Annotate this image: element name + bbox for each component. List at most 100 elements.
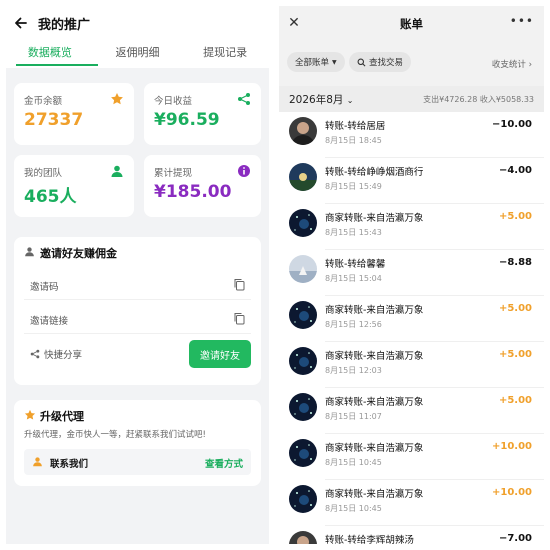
- month-label: 2026年8月: [289, 94, 344, 106]
- search-transactions-button[interactable]: 查找交易: [349, 52, 412, 72]
- search-label: 查找交易: [369, 58, 404, 68]
- stat-card-today[interactable]: 今日收益 ¥96.59: [144, 83, 261, 145]
- transaction-amount: +5.00: [498, 303, 532, 314]
- month-summary: 支出¥4726.28 收入¥5058.33: [423, 95, 534, 104]
- invite-friends-button[interactable]: 邀请好友: [189, 340, 251, 368]
- contact-row[interactable]: 联系我们 查看方式: [24, 449, 251, 475]
- avatar: [289, 255, 317, 283]
- month-bar: 2026年8月 ⌄ 支出¥4726.28 收入¥5058.33: [279, 86, 544, 112]
- tab-withdraw[interactable]: 提现记录: [181, 40, 269, 68]
- all-bills-filter[interactable]: 全部账单 ▼: [287, 52, 345, 72]
- transaction-amount: +5.00: [498, 349, 532, 360]
- tab-overview[interactable]: 数据概览: [6, 40, 94, 68]
- transaction-row[interactable]: 商家转账-来自浩瀛万象 8月15日 10:45 +10.00: [279, 480, 544, 526]
- transaction-time: 8月15日 10:45: [325, 458, 382, 467]
- stat-value: ¥185.00: [154, 182, 232, 202]
- transaction-time: 8月15日 11:07: [325, 412, 382, 421]
- stat-value: ¥96.59: [154, 110, 220, 130]
- bill-header: ✕ 账单 •••: [279, 6, 544, 40]
- bill-panel: ✕ 账单 ••• 全部账单 ▼ 查找交易 收支统计 › 2026年8月 ⌄ 支出…: [279, 6, 544, 544]
- transaction-list: 转账-转给居居 8月15日 18:45 −10.00 转账-转给峥峥烟酒商行 8月15日…: [279, 112, 544, 544]
- invite-link-label: 邀请链接: [30, 316, 69, 327]
- stat-value: 465人: [24, 187, 77, 207]
- view-contact-link[interactable]: 查看方式: [205, 456, 243, 470]
- invite-code-label: 邀请码: [30, 282, 59, 293]
- stat-label: 累计提现: [154, 168, 193, 179]
- stat-label: 金币余额: [24, 96, 63, 107]
- avatar: [289, 485, 317, 513]
- transaction-time: 8月15日 18:45: [325, 136, 382, 145]
- transaction-title: 商家转账-来自浩瀛万象: [325, 213, 424, 224]
- share-icon: [30, 349, 40, 359]
- quick-share-button[interactable]: 快捷分享: [30, 347, 82, 361]
- stats-link[interactable]: 收支统计 ›: [492, 58, 532, 70]
- divider: [24, 299, 251, 300]
- transaction-amount: +5.00: [498, 395, 532, 406]
- upgrade-description: 升级代理，金币快人一等，赶紧联系我们试试吧!: [24, 430, 206, 440]
- back-button[interactable]: [6, 6, 36, 40]
- transaction-time: 8月15日 15:49: [325, 182, 382, 191]
- transaction-row[interactable]: 转账-转给馨馨 8月15日 15:04 −8.88: [279, 250, 544, 296]
- transaction-row[interactable]: 商家转账-来自浩瀛万象 8月15日 12:56 +5.00: [279, 296, 544, 342]
- transaction-amount: +10.00: [491, 487, 532, 498]
- share-icon: [238, 93, 250, 105]
- transaction-title: 商家转账-来自浩瀛万象: [325, 397, 424, 408]
- transaction-time: 8月15日 12:03: [325, 366, 382, 375]
- transaction-time: 8月15日 15:04: [325, 274, 382, 283]
- transaction-title: 转账-转给馨馨: [325, 259, 386, 270]
- promotion-header: 我的推广: [6, 6, 269, 40]
- tab-commission[interactable]: 返佣明细: [94, 40, 182, 68]
- transaction-title: 转账-转给居居: [325, 121, 386, 132]
- transaction-row[interactable]: 商家转账-来自浩瀛万象 8月15日 10:45 +10.00: [279, 434, 544, 480]
- avatar: [289, 301, 317, 329]
- transaction-title: 转账-转给李辉胡辣汤: [325, 535, 414, 544]
- transaction-amount: −10.00: [491, 119, 532, 130]
- transaction-title: 商家转账-来自浩瀛万象: [325, 489, 424, 500]
- user-icon: [111, 165, 123, 177]
- contact-label: 联系我们: [50, 459, 89, 470]
- star-icon: [24, 409, 36, 420]
- filter-bar: 全部账单 ▼ 查找交易 收支统计 ›: [279, 40, 544, 86]
- invite-card: 邀请好友赚佣金 邀请码 邀请链接 快捷分享 邀请好友: [14, 237, 261, 385]
- transaction-amount: −4.00: [498, 165, 532, 176]
- info-icon: [238, 165, 250, 177]
- avatar: [289, 439, 317, 467]
- transaction-amount: +5.00: [498, 211, 532, 222]
- transaction-amount: −7.00: [498, 533, 532, 544]
- copy-icon[interactable]: [233, 278, 245, 291]
- stat-card-balance[interactable]: 金币余额 27337: [14, 83, 134, 145]
- transaction-row[interactable]: 商家转账-来自浩瀛万象 8月15日 15:43 +5.00: [279, 204, 544, 250]
- avatar: [289, 209, 317, 237]
- transaction-row[interactable]: 转账-转给居居 8月15日 18:45 −10.00: [279, 112, 544, 158]
- chevron-down-icon: ⌄: [346, 96, 354, 105]
- promotion-panel: 我的推广 数据概览 返佣明细 提现记录 金币余额 27337 今日收益 ¥96.…: [6, 6, 269, 544]
- stat-value: 27337: [24, 110, 84, 130]
- month-selector[interactable]: 2026年8月 ⌄: [289, 92, 353, 107]
- transaction-time: 8月15日 10:45: [325, 504, 382, 513]
- chevron-down-icon: ▼: [332, 58, 337, 66]
- search-icon: [357, 58, 366, 66]
- stat-card-team[interactable]: 我的团队 465人: [14, 155, 134, 217]
- back-arrow-icon: [15, 17, 27, 29]
- transaction-title: 商家转账-来自浩瀛万象: [325, 305, 424, 316]
- transaction-title: 商家转账-来自浩瀛万象: [325, 443, 424, 454]
- avatar: [289, 531, 317, 544]
- stat-label: 我的团队: [24, 168, 63, 179]
- transaction-amount: −8.88: [498, 257, 532, 268]
- avatar: [289, 117, 317, 145]
- transaction-row[interactable]: 转账-转给李辉胡辣汤 −7.00: [279, 526, 544, 544]
- more-icon[interactable]: •••: [510, 14, 534, 28]
- transaction-title: 转账-转给峥峥烟酒商行: [325, 167, 424, 178]
- avatar: [289, 163, 317, 191]
- upgrade-title: 升级代理: [40, 410, 84, 423]
- transaction-time: 8月15日 15:43: [325, 228, 382, 237]
- user-icon: [33, 457, 42, 467]
- invite-title: 邀请好友赚佣金: [40, 247, 117, 260]
- transaction-row[interactable]: 商家转账-来自浩瀛万象 8月15日 12:03 +5.00: [279, 342, 544, 388]
- avatar: [289, 347, 317, 375]
- transaction-row[interactable]: 转账-转给峥峥烟酒商行 8月15日 15:49 −4.00: [279, 158, 544, 204]
- bill-title: 账单: [400, 17, 423, 31]
- stat-card-withdrawn[interactable]: 累计提现 ¥185.00: [144, 155, 261, 217]
- copy-icon[interactable]: [233, 312, 245, 325]
- transaction-row[interactable]: 商家转账-来自浩瀛万象 8月15日 11:07 +5.00: [279, 388, 544, 434]
